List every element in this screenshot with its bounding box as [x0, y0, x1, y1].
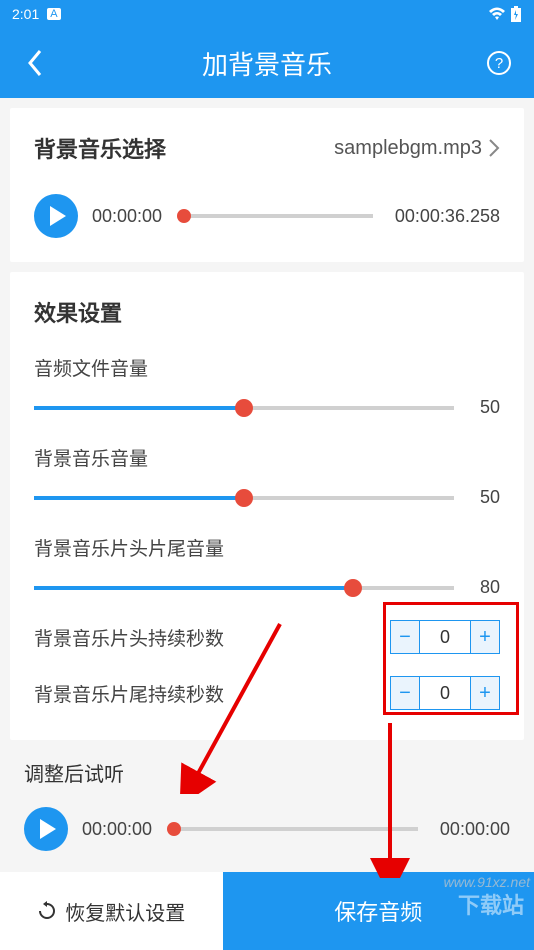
- bgm-time-total: 00:00:36.258: [395, 206, 500, 227]
- battery-icon: [510, 6, 522, 22]
- slider-thumb[interactable]: [235, 399, 253, 417]
- effects-title: 效果设置: [34, 296, 500, 328]
- stepper-plus-button[interactable]: +: [471, 621, 499, 653]
- back-button[interactable]: [20, 48, 50, 78]
- bgm-card: 背景音乐选择 samplebgm.mp3 00:00:00 00:00:36.2…: [10, 108, 524, 262]
- bgm-select-row[interactable]: 背景音乐选择 samplebgm.mp3: [34, 132, 500, 164]
- save-label: 保存音频: [334, 895, 422, 927]
- bottom-bar: 恢复默认设置 保存音频: [0, 872, 534, 950]
- preview-section: 调整后试听 00:00:00 00:00:00: [10, 758, 524, 851]
- stepper-value: 0: [419, 621, 471, 653]
- stepper-minus-button[interactable]: −: [391, 677, 419, 709]
- effects-card: 效果设置 音频文件音量 50 背景音乐音量 50 背景音乐片头片尾音量 80 背…: [10, 272, 524, 740]
- bgm-select-label: 背景音乐选择: [34, 132, 166, 164]
- stepper-tail-sec: − 0 +: [390, 676, 500, 710]
- bgm-progress-track[interactable]: [184, 214, 373, 218]
- slider-label-audio-volume: 音频文件音量: [34, 354, 500, 381]
- save-button[interactable]: 保存音频: [223, 872, 534, 950]
- status-time: 2:01: [12, 6, 39, 22]
- preview-progress-track[interactable]: [174, 827, 418, 831]
- slider-value: 50: [470, 397, 500, 418]
- bgm-play-button[interactable]: [34, 194, 78, 238]
- stepper-minus-button[interactable]: −: [391, 621, 419, 653]
- reset-label: 恢复默认设置: [65, 897, 185, 926]
- svg-text:?: ?: [495, 55, 503, 72]
- stepper-head-sec: − 0 +: [390, 620, 500, 654]
- slider-label-headtail-volume: 背景音乐片头片尾音量: [34, 534, 500, 561]
- bgm-time-current: 00:00:00: [92, 206, 162, 227]
- stepper-label-tail-sec: 背景音乐片尾持续秒数: [34, 680, 224, 707]
- bgm-progress-thumb[interactable]: [177, 209, 191, 223]
- slider-value: 80: [470, 577, 500, 598]
- app-bar: 加背景音乐 ?: [0, 28, 534, 98]
- slider-label-bgm-volume: 背景音乐音量: [34, 444, 500, 471]
- status-bar: 2:01 A: [0, 0, 534, 28]
- preview-title: 调整后试听: [24, 758, 510, 787]
- stepper-value: 0: [419, 677, 471, 709]
- reset-icon: [37, 901, 57, 921]
- preview-play-button[interactable]: [24, 807, 68, 851]
- status-app-icon: A: [47, 8, 60, 20]
- slider-bgm-volume[interactable]: [34, 496, 454, 500]
- slider-headtail-volume[interactable]: [34, 586, 454, 590]
- page-title: 加背景音乐: [50, 45, 484, 82]
- slider-value: 50: [470, 487, 500, 508]
- slider-audio-volume[interactable]: [34, 406, 454, 410]
- chevron-right-icon: [488, 138, 500, 158]
- slider-thumb[interactable]: [344, 579, 362, 597]
- bgm-filename: samplebgm.mp3: [334, 137, 482, 160]
- preview-time-current: 00:00:00: [82, 819, 152, 840]
- bgm-player: 00:00:00 00:00:36.258: [34, 194, 500, 238]
- preview-time-total: 00:00:00: [440, 819, 510, 840]
- stepper-plus-button[interactable]: +: [471, 677, 499, 709]
- stepper-label-head-sec: 背景音乐片头持续秒数: [34, 624, 224, 651]
- help-button[interactable]: ?: [484, 48, 514, 78]
- preview-progress-thumb[interactable]: [167, 822, 181, 836]
- reset-button[interactable]: 恢复默认设置: [0, 872, 223, 950]
- wifi-icon: [488, 7, 506, 21]
- slider-thumb[interactable]: [235, 489, 253, 507]
